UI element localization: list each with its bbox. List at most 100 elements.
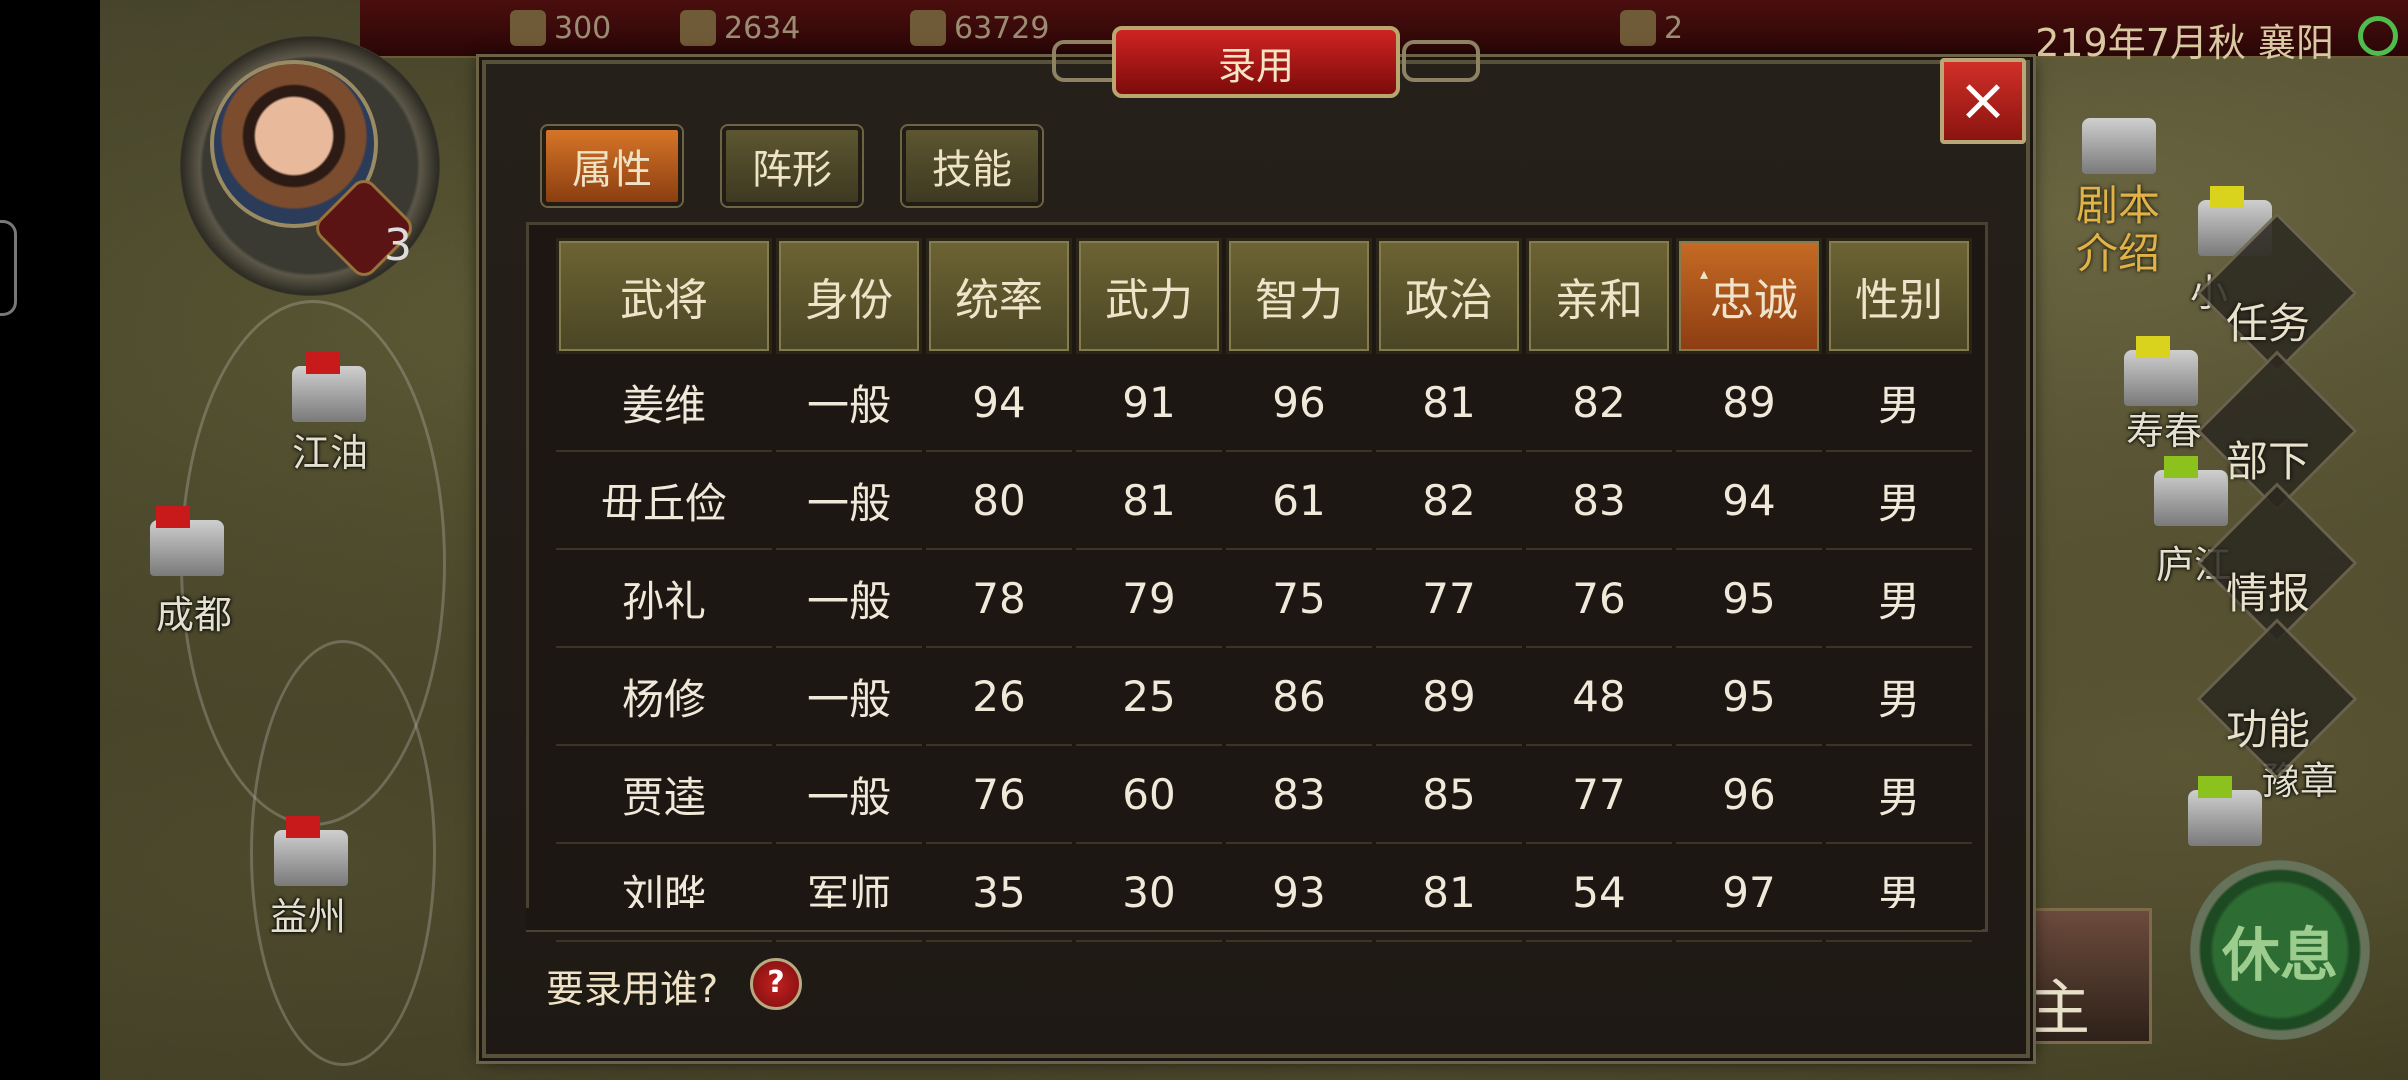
- column-header-politics[interactable]: 政治: [1376, 238, 1522, 354]
- gold-icon: [680, 10, 716, 46]
- flag-icon: [2210, 186, 2244, 208]
- column-header-leadership[interactable]: 统率: [926, 238, 1072, 354]
- resource-value: 300: [554, 10, 612, 46]
- rest-button[interactable]: 休息: [2190, 860, 2370, 1040]
- cell-status: 一般: [776, 648, 922, 746]
- city-label[interactable]: 益州: [270, 886, 346, 941]
- cell-war: 91: [1076, 354, 1222, 452]
- cell-intelligence: 61: [1226, 452, 1372, 550]
- task-label[interactable]: 任务: [2226, 290, 2310, 351]
- cell-gender: 男: [1826, 354, 1972, 452]
- cell-officer-name: 贾逵: [556, 746, 772, 844]
- title-ornament: [1402, 40, 1480, 82]
- close-button[interactable]: ×: [1940, 58, 2026, 144]
- tab-attributes[interactable]: 属性: [542, 126, 682, 206]
- tab-skills[interactable]: 技能: [902, 126, 1042, 206]
- column-header-charm[interactable]: 亲和: [1526, 238, 1672, 354]
- table-row[interactable]: 杨修 一般 26 25 86 89 48 95 男: [556, 648, 1972, 746]
- cell-officer-name: 孙礼: [556, 550, 772, 648]
- cell-intelligence: 96: [1226, 354, 1372, 452]
- cell-officer-name: 姜维: [556, 354, 772, 452]
- castle-icon[interactable]: [150, 520, 224, 576]
- castle-icon[interactable]: [274, 830, 348, 886]
- cell-war: 25: [1076, 648, 1222, 746]
- cell-politics: 85: [1376, 746, 1522, 844]
- column-header-intelligence[interactable]: 智力: [1226, 238, 1372, 354]
- column-header-war[interactable]: 武力: [1076, 238, 1222, 354]
- city-label[interactable]: 江油: [292, 422, 368, 477]
- resource-value: 2634: [724, 10, 801, 46]
- castle-icon[interactable]: [2154, 470, 2228, 526]
- dialog-title: 录用: [1112, 26, 1400, 98]
- cell-war: 81: [1076, 452, 1222, 550]
- cell-politics: 82: [1376, 452, 1522, 550]
- flag-icon: [2164, 456, 2198, 478]
- cell-status: 一般: [776, 746, 922, 844]
- left-bezel: [0, 0, 100, 1080]
- intel-label[interactable]: 情报: [2226, 560, 2310, 621]
- resource-troops: 63729: [910, 10, 1049, 46]
- cell-gender: 男: [1826, 550, 1972, 648]
- cell-politics: 89: [1376, 648, 1522, 746]
- flag-icon: [2198, 776, 2232, 798]
- flag-icon: [2136, 336, 2170, 358]
- cell-intelligence: 75: [1226, 550, 1372, 648]
- cell-politics: 81: [1376, 354, 1522, 452]
- table-row[interactable]: 姜维 一般 94 91 96 81 82 89 男: [556, 354, 1972, 452]
- function-label[interactable]: 功能: [2226, 696, 2310, 757]
- cell-leadership: 76: [926, 746, 1072, 844]
- troops-icon: [910, 10, 946, 46]
- help-icon[interactable]: ?: [750, 958, 802, 1010]
- column-header-label: 忠诚: [1710, 275, 1799, 326]
- cell-status: 一般: [776, 354, 922, 452]
- cell-leadership: 78: [926, 550, 1072, 648]
- network-icon: [2358, 16, 2398, 56]
- scenario-intro-label[interactable]: 剧本 介绍: [2076, 182, 2160, 278]
- scroll-icon: [1620, 10, 1656, 46]
- column-header-loyalty[interactable]: ▴忠诚: [1676, 238, 1822, 354]
- date-location: 219年7月秋 襄阳: [2035, 21, 2334, 65]
- cell-leadership: 94: [926, 354, 1072, 452]
- castle-icon[interactable]: [292, 366, 366, 422]
- cell-status: 一般: [776, 452, 922, 550]
- cell-loyalty: 95: [1676, 648, 1822, 746]
- cell-intelligence: 86: [1226, 648, 1372, 746]
- cell-gender: 男: [1826, 452, 1972, 550]
- city-label[interactable]: 成都: [156, 584, 232, 639]
- cell-gender: 男: [1826, 746, 1972, 844]
- cell-charm: 76: [1526, 550, 1672, 648]
- sort-ascending-icon: ▴: [1699, 264, 1709, 283]
- cell-charm: 83: [1526, 452, 1672, 550]
- edge-handle: [0, 220, 17, 316]
- cell-charm: 82: [1526, 354, 1672, 452]
- cell-charm: 48: [1526, 648, 1672, 746]
- table-row[interactable]: 贾逵 一般 76 60 83 85 77 96 男: [556, 746, 1972, 844]
- cell-war: 79: [1076, 550, 1222, 648]
- tab-formation[interactable]: 阵形: [722, 126, 862, 206]
- resource-value: 63729: [954, 10, 1050, 46]
- column-header-officer[interactable]: 武将: [556, 238, 772, 354]
- cell-leadership: 26: [926, 648, 1072, 746]
- scenario-intro-icon[interactable]: [2082, 118, 2156, 174]
- cell-charm: 77: [1526, 746, 1672, 844]
- column-header-status[interactable]: 身份: [776, 238, 922, 354]
- cell-loyalty: 95: [1676, 550, 1822, 648]
- table-header-row: 武将 身份 统率 武力 智力 政治 亲和 ▴忠诚 性别: [556, 238, 1972, 354]
- cell-politics: 77: [1376, 550, 1522, 648]
- resource-scroll: 2: [1620, 10, 1683, 46]
- grain-icon: [510, 10, 546, 46]
- ruler-label: 主: [2030, 974, 2090, 1044]
- castle-icon[interactable]: [2124, 350, 2198, 406]
- officer-table: 武将 身份 统率 武力 智力 政治 亲和 ▴忠诚 性别 姜维 一般 94 91 96 81…: [552, 238, 1976, 942]
- city-label[interactable]: 寿春: [2126, 400, 2202, 455]
- table-row[interactable]: 毌丘俭 一般 80 81 61 82 83 94 男: [556, 452, 1972, 550]
- flag-icon: [156, 506, 190, 528]
- resource-value: 2: [1664, 10, 1684, 46]
- column-header-gender[interactable]: 性别: [1826, 238, 1972, 354]
- table-scroll-clip: [526, 908, 1982, 930]
- table-row[interactable]: 孙礼 一般 78 79 75 77 76 95 男: [556, 550, 1972, 648]
- subordinates-label[interactable]: 部下: [2226, 428, 2310, 489]
- cell-officer-name: 毌丘俭: [556, 452, 772, 550]
- recruit-prompt: 要录用谁?: [546, 967, 719, 1011]
- castle-icon[interactable]: [2188, 790, 2262, 846]
